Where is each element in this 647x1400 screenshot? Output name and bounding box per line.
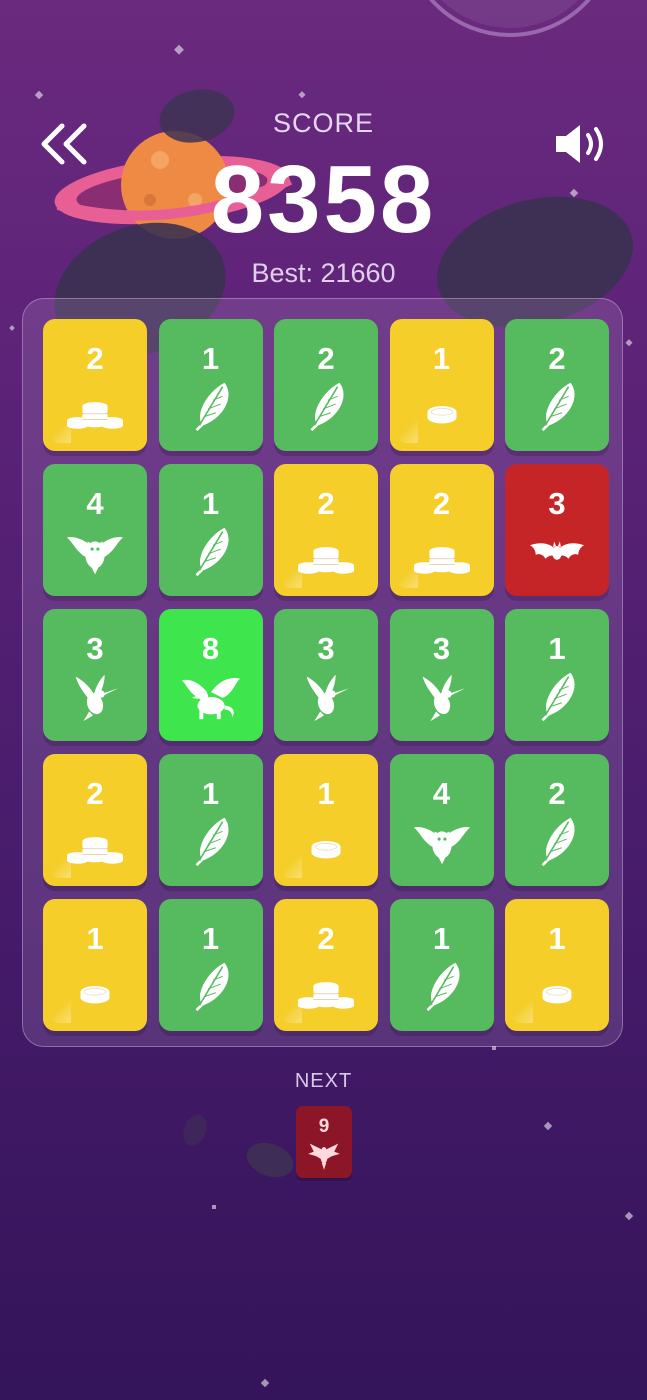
tile-value: 2 [317, 341, 335, 376]
feather-icon [426, 962, 460, 1012]
tile-value: 3 [548, 486, 566, 521]
owl-icon [413, 826, 470, 865]
coins-icon [413, 547, 470, 574]
bat-icon [529, 541, 585, 560]
tile-r3c4[interactable]: 3 [389, 609, 494, 741]
tile-value: 1 [201, 486, 220, 521]
tile-r4c4[interactable]: 4 [389, 754, 494, 886]
tile-r2c1[interactable]: 4 [43, 464, 147, 596]
tile-r2c5[interactable]: 3 [505, 464, 609, 596]
feather-icon [541, 382, 575, 432]
tile-value: 1 [201, 776, 220, 811]
tile-r1c3[interactable]: 2 [274, 319, 378, 451]
next-tile-value: 9 [318, 1116, 330, 1137]
hummingbird-icon [422, 674, 465, 722]
tile-value: 1 [548, 921, 566, 956]
tile-r3c5[interactable]: 1 [505, 609, 609, 741]
next-label: NEXT [294, 1070, 353, 1092]
tile-r3c3[interactable]: 3 [274, 609, 378, 741]
feather-icon [195, 382, 229, 432]
game-board: 2 1 2 1 2 4 1 2 2 3 3 8 3 3 1 2 1 1 4 2 1 1 2 1 1 [22, 298, 623, 1047]
tile-r5c3[interactable]: 2 [274, 899, 378, 1031]
coin-icon [427, 406, 456, 424]
sound-button[interactable] [552, 120, 612, 168]
coins-icon [66, 837, 124, 864]
tile-value: 4 [432, 776, 451, 811]
tile-value: 1 [86, 921, 104, 956]
tile-r3c2[interactable]: 8 [158, 609, 263, 741]
header: SCORE 8358 Best: 21660 [0, 0, 647, 300]
score-value: 8358 [210, 146, 437, 253]
tile-r4c3[interactable]: 1 [274, 754, 378, 886]
speaker-volume-icon [556, 125, 603, 163]
griffin-icon [181, 677, 240, 720]
feather-icon [310, 382, 344, 432]
feather-icon [541, 672, 575, 722]
tile-value: 3 [432, 631, 451, 666]
hummingbird-icon [75, 674, 119, 722]
coin-icon [80, 986, 110, 1004]
tile-value: 1 [201, 921, 220, 956]
tile-value: 8 [201, 631, 220, 666]
tile-value: 2 [548, 341, 566, 376]
tile-r1c4[interactable]: 1 [389, 319, 494, 451]
tile-r4c5[interactable]: 2 [505, 754, 609, 886]
feather-icon [195, 817, 229, 867]
hummingbird-icon [306, 674, 350, 722]
phoenix-icon [308, 1143, 340, 1170]
owl-icon [66, 536, 124, 575]
feather-icon [541, 817, 575, 867]
coins-icon [297, 547, 355, 574]
tile-value: 2 [86, 341, 104, 376]
feather-icon [195, 962, 229, 1012]
tile-value: 2 [432, 486, 451, 521]
tile-value: 1 [317, 776, 335, 811]
tile-r5c2[interactable]: 1 [158, 899, 263, 1031]
tile-value: 2 [86, 776, 104, 811]
tile-value: 1 [548, 631, 566, 666]
tile-r2c2[interactable]: 1 [158, 464, 263, 596]
tile-value: 1 [432, 921, 451, 956]
feather-icon [195, 527, 229, 577]
tile-r1c5[interactable]: 2 [505, 319, 609, 451]
coin-icon [542, 986, 572, 1004]
tile-value: 2 [317, 486, 335, 521]
tile-value: 3 [317, 631, 335, 666]
tile-value: 4 [86, 486, 104, 521]
tile-r5c1[interactable]: 1 [43, 899, 147, 1031]
tile-value: 2 [548, 776, 566, 811]
tile-r1c1[interactable]: 2 [43, 319, 147, 451]
tile-r2c4[interactable]: 2 [389, 464, 494, 596]
coins-icon [66, 402, 124, 429]
tile-r5c4[interactable]: 1 [389, 899, 494, 1031]
tile-value: 3 [86, 631, 104, 666]
best-score: Best: 21660 [251, 258, 396, 288]
tile-value: 1 [432, 341, 451, 376]
tile-r5c5[interactable]: 1 [505, 899, 609, 1031]
coin-icon [311, 841, 341, 859]
tile-r3c1[interactable]: 3 [43, 609, 147, 741]
tile-r2c3[interactable]: 2 [274, 464, 378, 596]
tile-r4c2[interactable]: 1 [158, 754, 263, 886]
tile-r1c2[interactable]: 1 [158, 319, 263, 451]
next-tile: 9 [296, 1106, 352, 1178]
score-label: SCORE [272, 108, 375, 138]
tile-r4c1[interactable]: 2 [43, 754, 147, 886]
tile-value: 1 [201, 341, 220, 376]
coins-icon [297, 982, 355, 1009]
tile-value: 2 [317, 921, 335, 956]
